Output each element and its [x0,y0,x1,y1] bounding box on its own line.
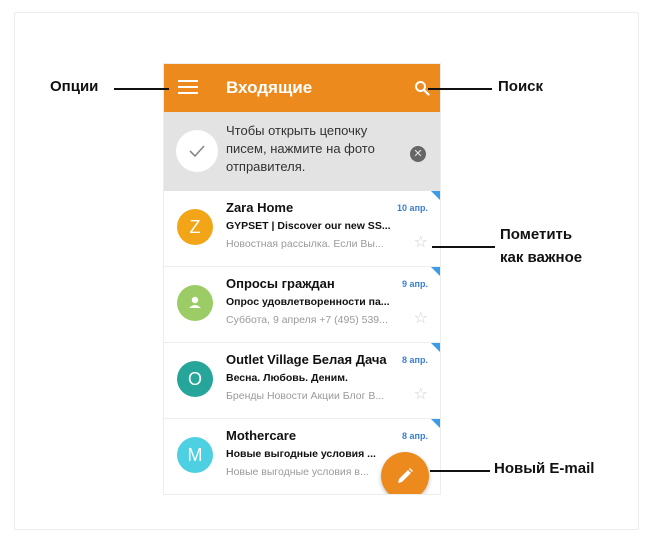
email-preview: Новые выгодные условия в... [226,466,369,478]
avatar[interactable]: M [177,437,213,473]
unread-corner-marker [431,419,440,428]
email-date: 8 апр. [402,431,428,441]
callout-search-label: Поиск [498,78,544,95]
app-bar: Входящие [164,64,440,112]
star-icon[interactable]: ☆ [414,387,428,403]
email-sender: Опросы граждан [226,276,335,291]
unread-corner-marker [431,191,440,200]
email-preview: Бренды Новости Акции Блог В... [226,390,385,402]
email-date: 10 апр. [397,203,428,213]
email-subject: GYPSET | Discover our new SS... [226,220,391,232]
pencil-icon [398,468,413,483]
email-date: 8 апр. [402,355,428,365]
email-subject: Опрос удовлетворенности па... [226,296,390,308]
callout-options-label: Опции [50,78,99,95]
email-sender: Outlet Village Белая Дача [226,352,387,367]
callout-new-email-label: Новый E-mail [494,460,595,477]
email-item[interactable]: Z Zara Home 10 апр. GYPSET | Discover ou… [164,191,440,267]
thread-hint-banner: Чтобы открыть цепочку писем, нажмите на … [164,112,440,191]
callout-search-line [428,88,492,90]
callout-mark-important-label-1: Пометить [500,226,573,243]
person-icon [189,296,201,308]
email-preview: Новостная рассылка. Если Вы... [226,238,384,250]
unread-corner-marker [431,267,440,276]
callout-options-line [114,88,169,90]
avatar[interactable]: O [177,361,213,397]
check-icon [176,130,218,172]
menu-icon[interactable] [178,80,198,96]
email-subject: Весна. Любовь. Деним. [226,372,348,384]
star-icon[interactable]: ☆ [414,235,428,251]
callout-new-email-line [430,470,490,472]
close-icon[interactable]: ✕ [410,146,426,162]
email-sender: Mothercare [226,428,297,443]
star-icon[interactable]: ☆ [414,311,428,327]
avatar[interactable] [177,285,213,321]
email-item[interactable]: Опросы граждан 9 апр. Опрос удовлетворен… [164,267,440,343]
email-preview: Суббота, 9 апреля +7 (495) 539... [226,314,388,326]
callout-mark-important-line [432,246,495,248]
unread-corner-marker [431,343,440,352]
avatar[interactable]: Z [177,209,213,245]
phone-screen: Входящие Чтобы открыть цепочку писем, на… [164,64,440,494]
callout-mark-important-label-2: как важное [500,249,583,266]
email-item[interactable]: O Outlet Village Белая Дача 8 апр. Весна… [164,343,440,419]
email-sender: Zara Home [226,200,294,215]
compose-button[interactable] [381,452,429,494]
hint-text: Чтобы открыть цепочку писем, нажмите на … [226,123,375,174]
email-date: 9 апр. [402,279,428,289]
app-bar-title: Входящие [226,78,313,97]
email-subject: Новые выгодные условия ... [226,448,376,460]
